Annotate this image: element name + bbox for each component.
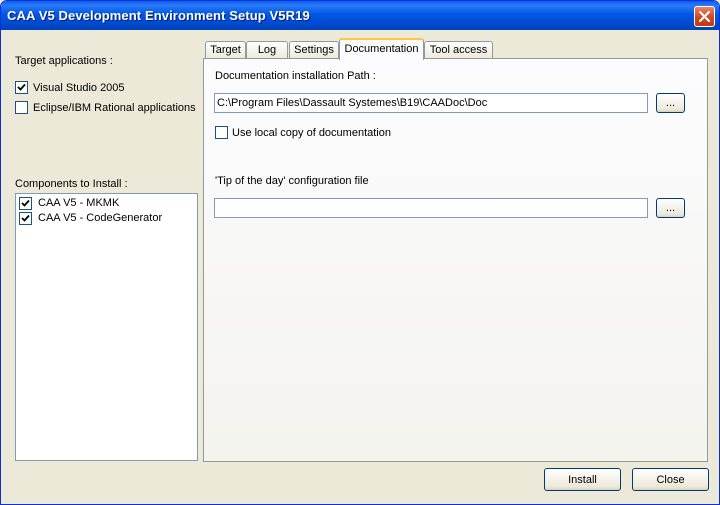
title-bar[interactable]: CAA V5 Development Environment Setup V5R…: [1, 1, 719, 30]
component-mkmk-label: CAA V5 - MKMK: [38, 197, 120, 209]
doc-path-browse-button[interactable]: ...: [656, 93, 685, 113]
tab-settings[interactable]: Settings: [289, 41, 339, 59]
doc-path-label: Documentation installation Path :: [215, 70, 376, 82]
checkmark-icon: [21, 214, 30, 222]
close-icon: [699, 11, 710, 22]
local-copy-checkbox[interactable]: [215, 126, 228, 139]
doc-path-input[interactable]: C:\Program Files\Dassault Systemes\B19\C…: [214, 93, 648, 113]
visual-studio-checkbox[interactable]: [15, 81, 28, 94]
components-label: Components to Install :: [15, 178, 128, 190]
component-codegenerator-checkbox[interactable]: [19, 212, 32, 225]
tip-config-label: 'Tip of the day' configuration file: [215, 175, 369, 187]
checkmark-icon: [21, 199, 30, 207]
eclipse-checkbox[interactable]: [15, 101, 28, 114]
tab-log[interactable]: Log: [246, 41, 288, 59]
tab-documentation[interactable]: Documentation: [339, 38, 424, 60]
target-applications-label: Target applications :: [15, 55, 113, 67]
components-list[interactable]: CAA V5 - MKMK CAA V5 - CodeGenerator: [15, 193, 198, 461]
tip-config-input[interactable]: [214, 198, 648, 218]
local-copy-label: Use local copy of documentation: [232, 127, 391, 139]
documentation-panel: [203, 58, 708, 462]
component-codegenerator-label: CAA V5 - CodeGenerator: [38, 212, 163, 224]
component-mkmk-checkbox[interactable]: [19, 197, 32, 210]
setup-window: CAA V5 Development Environment Setup V5R…: [0, 0, 720, 505]
tab-tool-access[interactable]: Tool access: [424, 41, 493, 59]
checkmark-icon: [17, 83, 26, 91]
window-title: CAA V5 Development Environment Setup V5R…: [7, 8, 310, 23]
visual-studio-label: Visual Studio 2005: [33, 82, 125, 94]
window-close-button[interactable]: [694, 6, 715, 27]
eclipse-label: Eclipse/IBM Rational applications: [33, 102, 196, 114]
tab-target[interactable]: Target: [205, 41, 246, 59]
install-button[interactable]: Install: [544, 468, 621, 491]
tip-config-browse-button[interactable]: ...: [656, 198, 685, 218]
close-button[interactable]: Close: [632, 468, 709, 491]
